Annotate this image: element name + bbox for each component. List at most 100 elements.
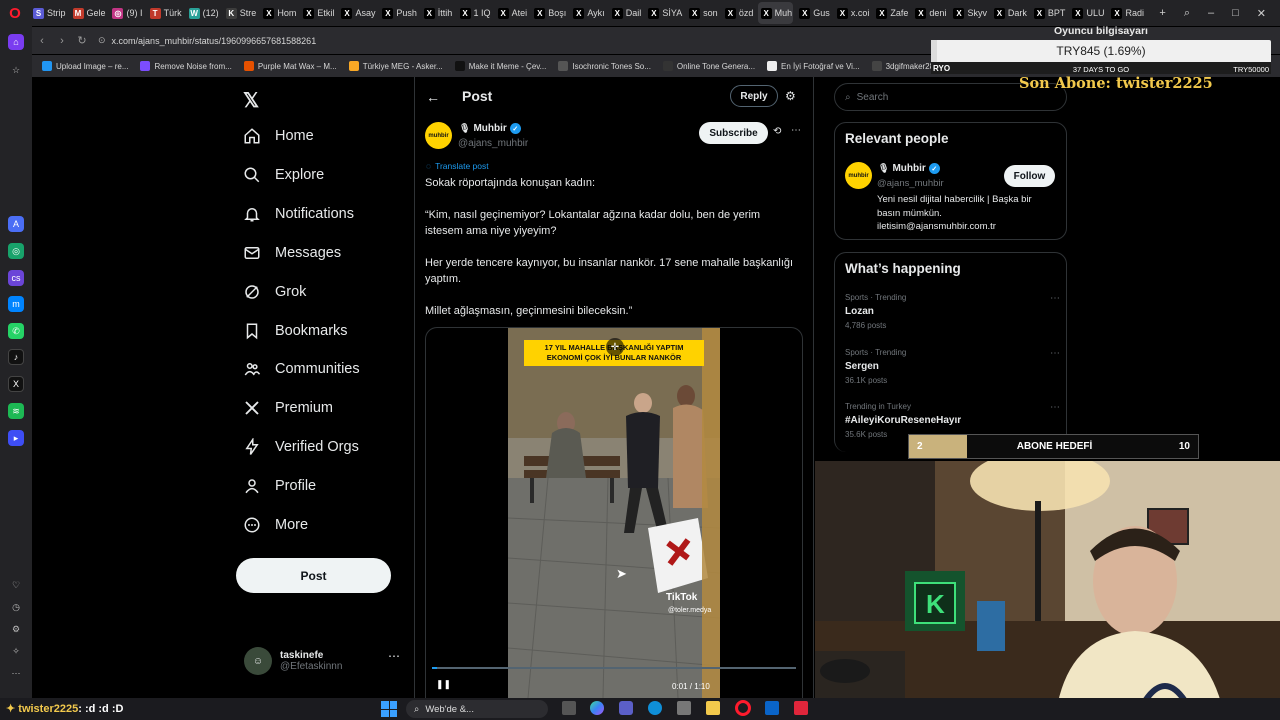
browser-tab[interactable]: X Skyv xyxy=(950,2,987,24)
nav-item-more[interactable]: More xyxy=(243,516,308,534)
home-speed-dial-icon[interactable]: ⌂ xyxy=(8,34,24,50)
spotify-icon[interactable]: ≋ xyxy=(8,403,24,419)
maximize-icon[interactable]: □ xyxy=(1232,7,1239,19)
browser-tab[interactable]: X İttih xyxy=(421,2,454,24)
messenger-icon[interactable]: m xyxy=(8,296,24,312)
bookmark-item[interactable]: En İyi Fotoğraf ve Vi... xyxy=(767,61,860,71)
reload-icon[interactable]: ↻ xyxy=(72,34,92,47)
browser-tab[interactable]: X Boşı xyxy=(531,2,567,24)
nav-item-bookmarks[interactable]: Bookmarks xyxy=(243,322,348,340)
browser-tab[interactable]: W (12) xyxy=(186,2,220,24)
edge-icon[interactable] xyxy=(648,701,662,715)
url-field[interactable]: ⊙ x.com/ajans_muhbir/status/196099665768… xyxy=(98,31,878,51)
teams-icon[interactable] xyxy=(619,701,633,715)
back-icon[interactable]: ‹ xyxy=(32,35,52,47)
translate-link[interactable]: ◌ Translate post xyxy=(426,161,489,171)
browser-tab[interactable]: X Hom xyxy=(260,2,297,24)
store-icon[interactable] xyxy=(677,701,691,715)
opera-logo-icon[interactable]: O xyxy=(0,0,30,26)
post-button[interactable]: Post xyxy=(236,558,391,593)
heart-icon[interactable]: ♡ xyxy=(8,577,24,593)
trend-more-icon[interactable]: ⋯ xyxy=(1050,293,1060,304)
copilot-icon[interactable] xyxy=(590,701,604,715)
nav-item-messages[interactable]: Messages xyxy=(243,244,341,262)
account-switcher[interactable]: ☺ taskinefe @Efetaskinnn xyxy=(244,644,394,678)
site-info-icon[interactable]: ⊙ xyxy=(98,35,106,46)
tiktok-icon[interactable]: ♪ xyxy=(8,349,24,365)
pause-icon[interactable]: ❚❚ xyxy=(436,679,451,690)
browser-tab[interactable]: T Türk xyxy=(147,2,183,24)
author-avatar[interactable]: muhbir xyxy=(425,122,452,149)
expand-icon[interactable]: ✛ xyxy=(606,338,624,356)
extension-icon[interactable]: cs xyxy=(8,270,24,286)
bookmark-item[interactable]: Upload Image – re... xyxy=(42,61,128,71)
video-progress-track[interactable] xyxy=(432,667,796,669)
nav-item-explore[interactable]: Explore xyxy=(243,166,324,184)
trend-item[interactable]: Sports · Trending Sergen 36.1K posts ⋯ xyxy=(845,348,1060,385)
browser-tab[interactable]: X Dark xyxy=(991,2,1028,24)
relevant-handle[interactable]: @ajans_muhbir xyxy=(877,178,944,189)
nav-item-home[interactable]: Home xyxy=(243,127,314,145)
app-icon[interactable] xyxy=(794,701,808,715)
history-icon[interactable]: ◷ xyxy=(8,599,24,615)
browser-tab[interactable]: Xözd xyxy=(722,2,755,24)
new-tab-icon[interactable]: + xyxy=(1159,7,1165,19)
browser-tab[interactable]: X ULU xyxy=(1069,2,1105,24)
video-player[interactable]: 17 YIL MAHALLE BAŞKANLIĞI YAPTIM EKONOMİ… xyxy=(508,328,720,698)
nav-item-profile[interactable]: Profile xyxy=(243,477,316,495)
bulb-icon[interactable]: ✧ xyxy=(8,643,24,659)
browser-tab[interactable]: Xx.coi xyxy=(834,2,871,24)
browser-tab[interactable]: M Gele xyxy=(70,2,107,24)
author-name-row[interactable]: 🎙 Muhbir ✓ xyxy=(459,123,521,134)
trend-item[interactable]: Sports · Trending Lozan 4,786 posts ⋯ xyxy=(845,293,1060,330)
filter-icon[interactable]: ⚙ xyxy=(785,89,796,103)
grok-explain-icon[interactable]: ⟲ xyxy=(773,126,781,137)
opera-taskbar-icon[interactable] xyxy=(735,700,751,716)
browser-tab[interactable]: K Stre xyxy=(223,2,258,24)
player-icon[interactable]: ▸ xyxy=(8,430,24,446)
bookmark-item[interactable]: Purple Mat Wax – M... xyxy=(243,61,337,71)
bookmark-item[interactable]: Online Tone Genera... xyxy=(662,61,755,71)
browser-tab[interactable]: X Asay xyxy=(338,2,376,24)
pinboard-icon[interactable]: ☆ xyxy=(8,62,24,78)
browser-tab[interactable]: X1 IQ xyxy=(457,2,492,24)
task-view-icon[interactable] xyxy=(562,701,576,715)
outlook-icon[interactable] xyxy=(765,701,779,715)
explorer-icon[interactable] xyxy=(706,701,720,715)
x-sidebar-icon[interactable]: X xyxy=(8,376,24,392)
browser-tab[interactable]: X Push xyxy=(379,2,417,24)
browser-tab[interactable]: X Etkil xyxy=(300,2,335,24)
search-tabs-icon[interactable]: ⌕ xyxy=(1184,7,1190,20)
relevant-name-row[interactable]: 🎙 Muhbir ✓ xyxy=(878,163,940,174)
browser-tab[interactable]: S Strip xyxy=(30,2,67,24)
relevant-avatar[interactable]: muhbir xyxy=(845,162,872,189)
browser-tab[interactable]: X Aykı xyxy=(570,2,605,24)
browser-tab[interactable]: X Dail xyxy=(609,2,643,24)
minimize-icon[interactable]: – xyxy=(1208,7,1214,19)
chatgpt-icon[interactable]: ◎ xyxy=(8,243,24,259)
forward-icon[interactable]: › xyxy=(52,35,72,47)
browser-tab[interactable]: X Gus xyxy=(796,2,831,24)
aria-icon[interactable]: A xyxy=(8,216,24,232)
settings-icon[interactable]: ⚙ xyxy=(8,621,24,637)
account-more-icon[interactable]: ⋯ xyxy=(388,649,400,663)
nav-item-verified-orgs[interactable]: Verified Orgs xyxy=(243,438,359,456)
close-icon[interactable]: ✕ xyxy=(1257,7,1266,20)
browser-tab[interactable]: X Zafe xyxy=(873,2,909,24)
trend-more-icon[interactable]: ⋯ xyxy=(1050,348,1060,359)
taskbar-search[interactable]: ⌕ Web'de &... xyxy=(406,700,548,718)
browser-tab[interactable]: X Atei xyxy=(495,2,529,24)
follow-button[interactable]: Follow xyxy=(1004,165,1055,187)
nav-item-premium[interactable]: Premium xyxy=(243,399,333,417)
trend-more-icon[interactable]: ⋯ xyxy=(1050,402,1060,413)
nav-item-notifications[interactable]: Notifications xyxy=(243,205,354,223)
subscribe-button[interactable]: Subscribe xyxy=(699,122,768,144)
bookmark-item[interactable]: Make it Meme - Çev... xyxy=(454,61,546,71)
x-logo-icon[interactable]: 𝕏 xyxy=(243,88,259,113)
back-arrow-icon[interactable]: ← xyxy=(426,89,440,105)
browser-tab[interactable]: X Radi xyxy=(1108,2,1145,24)
browser-tab[interactable]: ◎ (9) I xyxy=(109,2,143,24)
more-sidebar-icon[interactable]: ⋯ xyxy=(8,665,24,681)
reply-button[interactable]: Reply xyxy=(730,85,778,107)
bookmark-item[interactable]: Türkiye MEG - Asker... xyxy=(348,61,443,71)
